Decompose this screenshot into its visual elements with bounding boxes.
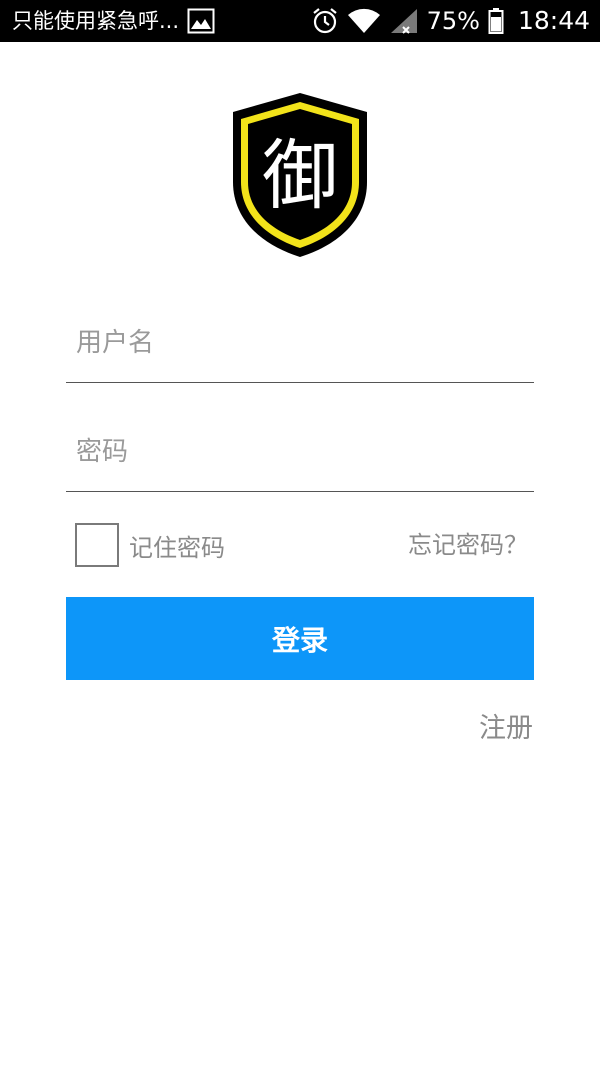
battery-icon [488, 7, 504, 35]
battery-percent: 75% [426, 7, 480, 35]
remember-password-row[interactable]: 记住密码 [75, 521, 225, 569]
status-bar-right: 75% 18:44 [311, 0, 590, 42]
status-bar-left: 只能使用紧急呼... [12, 0, 215, 42]
notification-text: 只能使用紧急呼... [12, 9, 180, 33]
password-input[interactable] [76, 424, 516, 480]
login-button[interactable]: 登录 [66, 597, 534, 680]
username-field [66, 311, 534, 383]
app-logo: 御 [230, 90, 370, 260]
username-input[interactable] [76, 315, 516, 371]
password-field [66, 420, 534, 492]
remember-password-label: 记住密码 [129, 533, 225, 562]
clock-time: 18:44 [517, 6, 590, 35]
image-icon [187, 8, 215, 34]
status-bar: 只能使用紧急呼... 75% 18:44 [0, 0, 600, 42]
forgot-password-link[interactable]: 忘记密码？ [408, 521, 528, 569]
shield-logo-icon: 御 [233, 93, 367, 257]
remember-password-checkbox[interactable] [75, 523, 119, 567]
alarm-icon [311, 7, 339, 35]
register-link[interactable]: 注册 [479, 706, 533, 752]
logo-glyph: 御 [262, 131, 338, 220]
signal-icon [389, 7, 419, 35]
wifi-icon [347, 7, 381, 35]
